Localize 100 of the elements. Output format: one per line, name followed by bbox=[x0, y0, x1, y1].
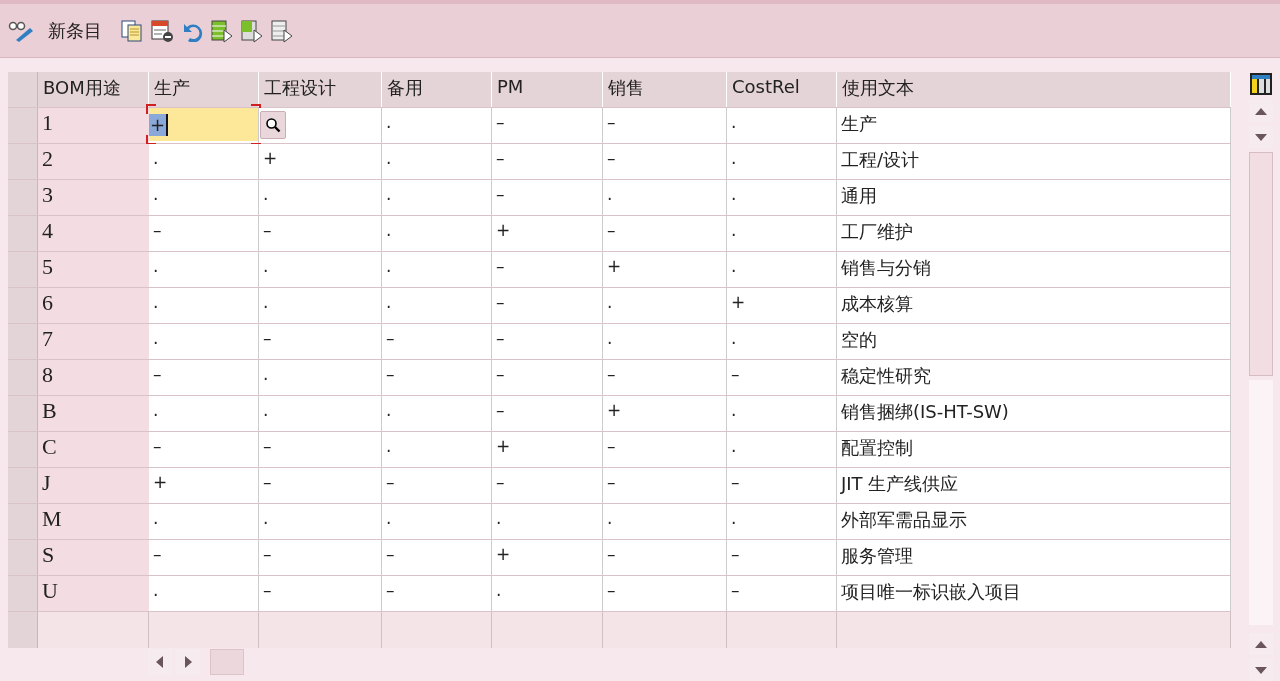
table-cell: – bbox=[259, 324, 382, 359]
scroll-up-button[interactable] bbox=[1248, 633, 1273, 655]
table-cell: 8 bbox=[38, 360, 149, 395]
row-selector[interactable] bbox=[8, 216, 38, 251]
table-cell: 4 bbox=[38, 216, 149, 251]
table-cell: 工程/设计 bbox=[837, 144, 1231, 179]
row-selector[interactable] bbox=[8, 144, 38, 179]
scrollbar-thumb[interactable] bbox=[210, 649, 244, 675]
table-cell: . bbox=[259, 180, 382, 215]
row-selector[interactable] bbox=[8, 324, 38, 359]
column-header[interactable]: 生产 bbox=[149, 72, 259, 107]
table-cell: – bbox=[259, 576, 382, 611]
down-triangle-icon bbox=[1254, 133, 1267, 141]
table-cell: – bbox=[382, 540, 492, 575]
table-cell: 销售与分销 bbox=[837, 252, 1231, 287]
table-cell: 2 bbox=[38, 144, 149, 179]
row-selector[interactable] bbox=[8, 108, 38, 143]
table-cell: – bbox=[382, 576, 492, 611]
table-cell: . bbox=[149, 180, 259, 215]
scroll-down-button[interactable] bbox=[1248, 659, 1273, 681]
table-cell: + bbox=[149, 468, 259, 503]
table-cell: U bbox=[38, 576, 149, 611]
table-cell: – bbox=[492, 360, 603, 395]
column-header[interactable]: 工程设计 bbox=[259, 72, 382, 107]
table-cell: + bbox=[603, 252, 727, 287]
new-entry-button[interactable]: 新条目 bbox=[40, 18, 114, 43]
glasses-pencil-icon[interactable] bbox=[8, 19, 34, 42]
column-header[interactable]: CostRel bbox=[727, 72, 837, 107]
table-cell: . bbox=[382, 180, 492, 215]
table-cell: + bbox=[259, 144, 382, 179]
table-cell: – bbox=[149, 216, 259, 251]
row-selector[interactable] bbox=[8, 288, 38, 323]
table-cell: . bbox=[259, 504, 382, 539]
row-selector[interactable] bbox=[8, 396, 38, 431]
delete-row-icon[interactable] bbox=[150, 18, 174, 43]
table-cell: . bbox=[149, 288, 259, 323]
column-layout-icon[interactable] bbox=[1248, 72, 1273, 96]
down-triangle-icon bbox=[1254, 666, 1267, 674]
table-cell: – bbox=[603, 432, 727, 467]
row-selector[interactable] bbox=[8, 540, 38, 575]
table-cell: . bbox=[382, 288, 492, 323]
table-cell: B bbox=[38, 396, 149, 431]
column-header[interactable]: PM bbox=[492, 72, 603, 107]
row-selector[interactable] bbox=[8, 468, 38, 503]
table-cell: . bbox=[727, 216, 837, 251]
table-cell: M bbox=[38, 504, 149, 539]
table-cell: – bbox=[259, 216, 382, 251]
table-cell: 5 bbox=[38, 252, 149, 287]
table-cell: . bbox=[727, 324, 837, 359]
scroll-up-button[interactable] bbox=[1248, 100, 1273, 122]
deselect-icon[interactable] bbox=[270, 18, 294, 43]
table-cell: – bbox=[727, 468, 837, 503]
copy-icon[interactable] bbox=[120, 18, 144, 43]
table-cell: . bbox=[149, 324, 259, 359]
select-all-icon[interactable] bbox=[210, 18, 234, 43]
table-cell: . bbox=[149, 504, 259, 539]
table-cell: JIT 生产线供应 bbox=[837, 468, 1231, 503]
table-cell: 空的 bbox=[837, 324, 1231, 359]
table-cell: – bbox=[149, 360, 259, 395]
row-selector[interactable] bbox=[8, 180, 38, 215]
table-cell: – bbox=[149, 432, 259, 467]
scroll-right-button[interactable] bbox=[176, 649, 200, 675]
row-selector[interactable] bbox=[8, 504, 38, 539]
table-cell: – bbox=[259, 432, 382, 467]
column-header[interactable]: BOM用途 bbox=[38, 72, 149, 107]
table-cell: . bbox=[382, 432, 492, 467]
table-cell: . bbox=[149, 396, 259, 431]
table-cell: . bbox=[382, 216, 492, 251]
table-cell: – bbox=[492, 144, 603, 179]
input-field[interactable]: + bbox=[149, 108, 258, 141]
table-cell: – bbox=[603, 576, 727, 611]
scroll-down-button[interactable] bbox=[1248, 126, 1273, 148]
column-header[interactable]: 备用 bbox=[382, 72, 492, 107]
column-header[interactable]: 使用文本 bbox=[837, 72, 1231, 107]
row-selector[interactable] bbox=[8, 576, 38, 611]
search-help-button[interactable] bbox=[260, 111, 286, 139]
row-selector[interactable] bbox=[8, 432, 38, 467]
table-cell: . bbox=[727, 432, 837, 467]
table-cell: – bbox=[727, 360, 837, 395]
scroll-left-button[interactable] bbox=[148, 649, 172, 675]
table-cell: 生产 bbox=[837, 108, 1231, 143]
table-cell: . bbox=[259, 360, 382, 395]
table-cell: . bbox=[727, 144, 837, 179]
row-selector[interactable] bbox=[8, 252, 38, 287]
table-cell: 项目唯一标识嵌入项目 bbox=[837, 576, 1231, 611]
table-cell: 7 bbox=[38, 324, 149, 359]
table-cell: . bbox=[382, 144, 492, 179]
scrollbar-thumb[interactable] bbox=[1248, 152, 1273, 376]
table-cell: – bbox=[492, 324, 603, 359]
column-header[interactable]: 销售 bbox=[603, 72, 727, 107]
table-cell: . bbox=[603, 288, 727, 323]
table-cell: . bbox=[603, 324, 727, 359]
table-cell: – bbox=[727, 576, 837, 611]
row-selector[interactable] bbox=[8, 612, 38, 648]
table-cell: – bbox=[492, 396, 603, 431]
right-triangle-icon bbox=[184, 656, 192, 668]
select-block-icon[interactable] bbox=[240, 18, 264, 43]
row-selector[interactable] bbox=[8, 360, 38, 395]
table-cell: – bbox=[382, 360, 492, 395]
table-cell: 3 bbox=[38, 180, 149, 215]
